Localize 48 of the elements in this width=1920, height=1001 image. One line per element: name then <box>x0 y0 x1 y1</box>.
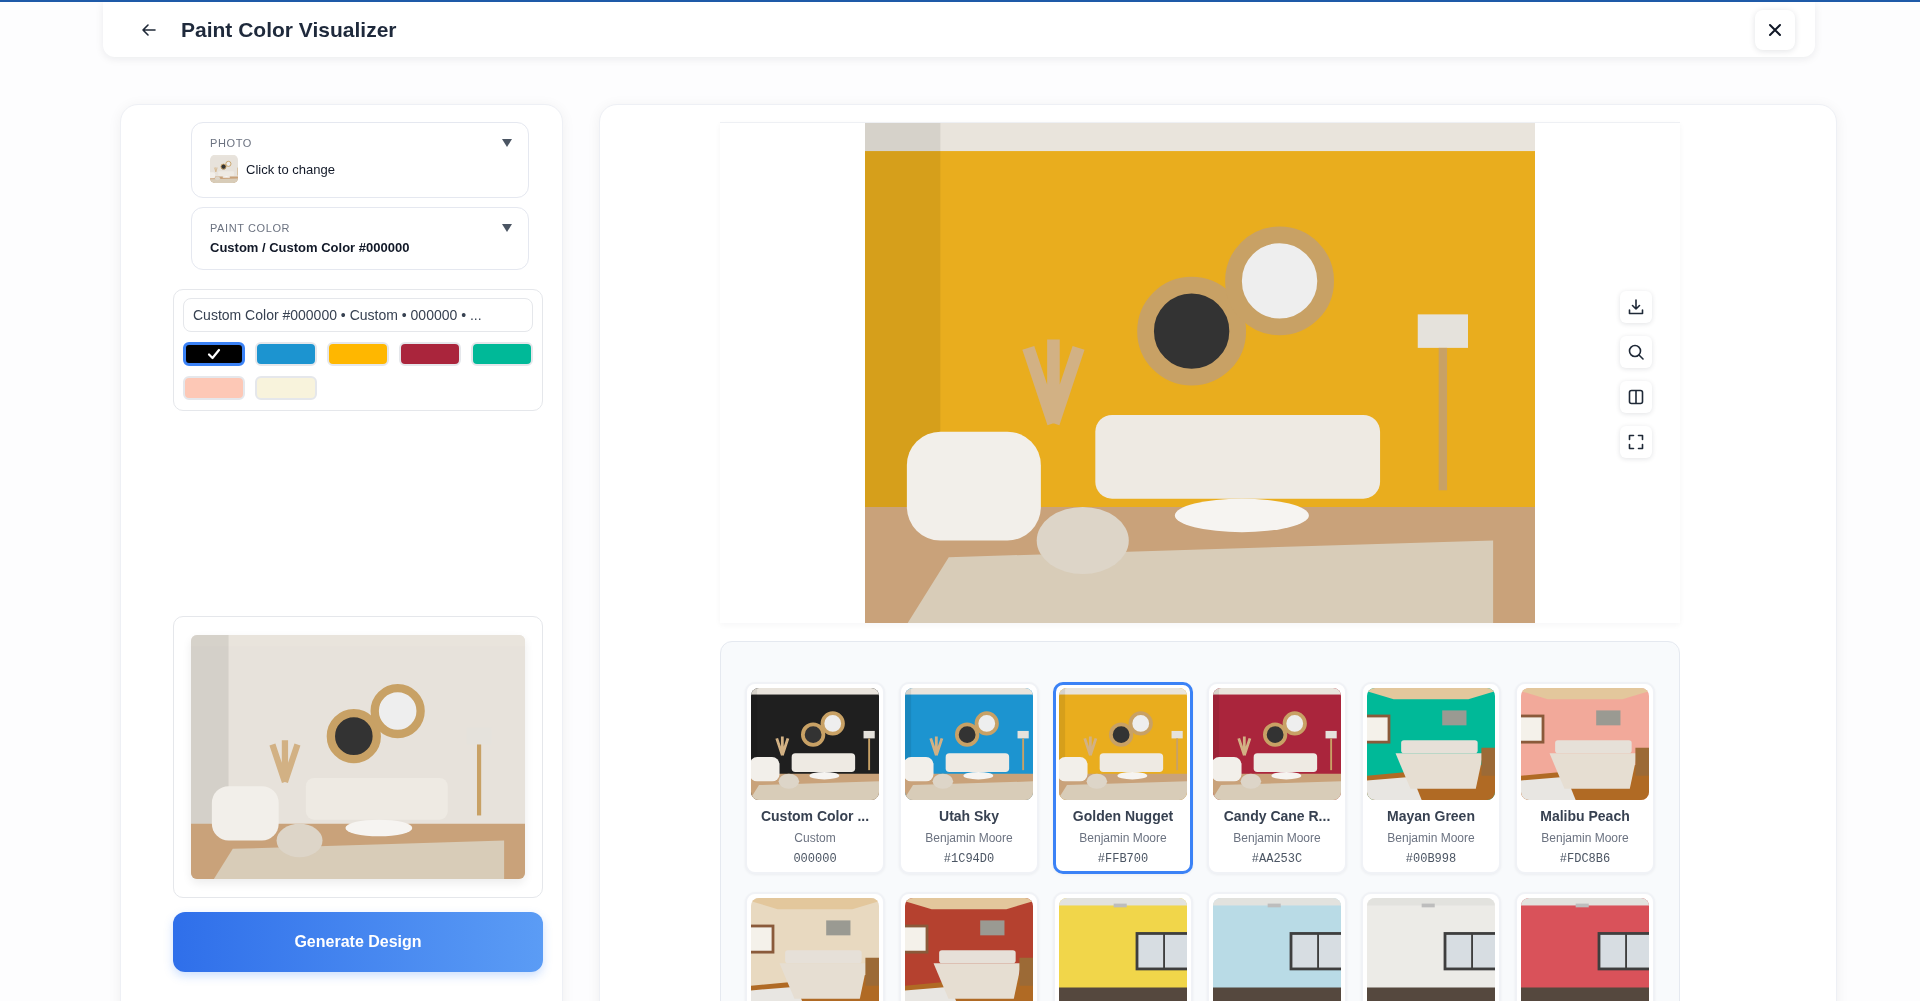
compare-button[interactable] <box>1620 381 1652 413</box>
dropdown-label: PHOTO <box>210 137 252 149</box>
close-button[interactable] <box>1755 9 1795 50</box>
color-swatch[interactable] <box>183 342 245 366</box>
check-icon <box>207 348 221 360</box>
color-code: #AA253C <box>1250 852 1304 866</box>
color-result-card[interactable]: Golden Nugget Benjamin Moore #FFB700 <box>1053 682 1193 874</box>
color-code: #00B998 <box>1404 852 1458 866</box>
color-brand: Benjamin Moore <box>1078 831 1168 845</box>
caret-icon <box>502 139 512 147</box>
color-name: Utah Sky <box>938 808 1000 824</box>
color-brand: Benjamin Moore <box>1540 831 1630 845</box>
color-brand: Benjamin Moore <box>924 831 1014 845</box>
color-name: Malibu Peach <box>1539 808 1631 824</box>
color-name: Candy Cane R... <box>1222 808 1332 824</box>
color-result-card[interactable]: Utah Sky Benjamin Moore #1C94D0 <box>899 682 1039 874</box>
download-button[interactable] <box>1620 291 1652 323</box>
page-title: Paint Color Visualizer <box>181 17 398 42</box>
color-name: Mayan Green <box>1386 808 1476 824</box>
color-code: #1C94D0 <box>942 852 996 866</box>
dropdown-label: PAINT COLOR <box>210 222 291 234</box>
zoom-button[interactable] <box>1620 336 1652 368</box>
dropdown-value: Custom / Custom Color #000000 <box>210 240 410 255</box>
color-result-card[interactable]: Malibu Peach Benjamin Moore #FDC8B6 <box>1515 682 1655 874</box>
photo-dropdown[interactable]: PHOTO Click to change <box>191 122 529 198</box>
caret-icon <box>502 224 512 232</box>
color-name: Golden Nugget <box>1071 808 1175 824</box>
color-result-card[interactable]: Mayan Green Benjamin Moore #00B998 <box>1361 682 1501 874</box>
fullscreen-icon <box>1627 433 1645 451</box>
color-brand: Custom <box>793 831 837 845</box>
download-icon <box>1627 298 1645 316</box>
color-code: #FDC8B6 <box>1558 852 1612 866</box>
close-icon <box>1767 21 1783 38</box>
color-code: 000000 <box>792 852 838 866</box>
color-brand: Benjamin Moore <box>1232 831 1322 845</box>
color-result-card[interactable]: Candy Cane R... Benjamin Moore #AA253C <box>1207 682 1347 874</box>
fullscreen-button[interactable] <box>1620 426 1652 458</box>
search-icon <box>1627 343 1645 361</box>
color-name: Custom Color ... <box>759 808 871 824</box>
generate-design-button[interactable]: Generate Design <box>173 912 543 972</box>
split-view-icon <box>1627 388 1645 406</box>
back-arrow-icon <box>141 21 157 38</box>
dropdown-value: Click to change <box>246 161 335 177</box>
color-brand: Benjamin Moore <box>1386 831 1476 845</box>
color-code: #FFB700 <box>1096 852 1150 866</box>
color-search-field[interactable]: Custom Color #000000 • Custom • 000000 • ... <box>183 298 533 332</box>
color-result-card[interactable]: Custom Color ... Custom 000000 <box>745 682 885 874</box>
paint-color-dropdown[interactable]: PAINT COLOR Custom / Custom Color #000000 <box>191 207 529 270</box>
